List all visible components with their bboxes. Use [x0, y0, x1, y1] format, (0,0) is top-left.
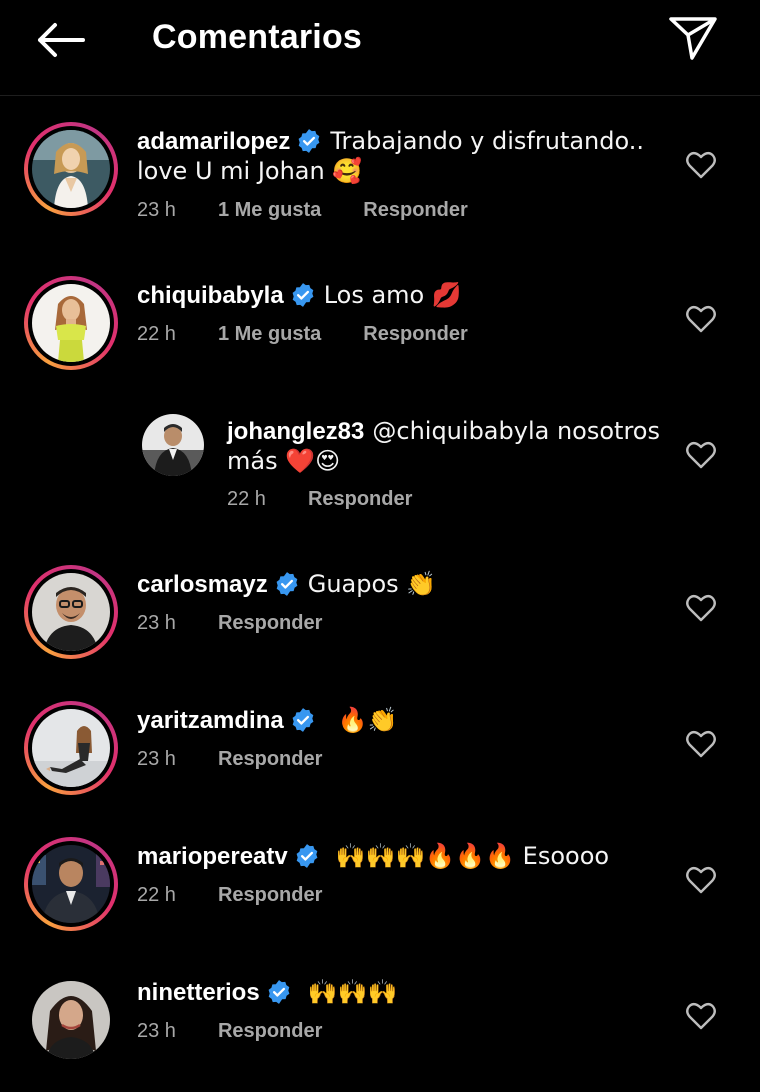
heart-icon[interactable]	[686, 594, 716, 622]
comment-meta: 22 h Responder	[227, 488, 412, 511]
verified-badge-icon	[268, 980, 290, 1004]
verified-badge-icon	[298, 129, 320, 153]
avatar	[32, 573, 110, 651]
avatar	[32, 284, 110, 362]
avatar	[32, 709, 110, 787]
arrow-left-icon	[38, 23, 85, 57]
reply-button[interactable]: Responder	[218, 748, 322, 771]
avatar-story-ring[interactable]	[24, 837, 118, 931]
avatar[interactable]	[142, 414, 204, 476]
comment-text: @chiquibabyla nosotros	[372, 417, 660, 445]
comment-time: 22 h	[227, 488, 266, 510]
comment-time: 23 h	[137, 1020, 176, 1042]
comment-username[interactable]: chiquibabyla	[137, 282, 284, 309]
verified-badge-icon	[292, 708, 314, 732]
comment-meta: 23 h 1 Me gusta Responder	[137, 199, 468, 222]
paper-plane-icon	[669, 17, 717, 60]
comment-text: 🙌🙌🙌🔥🔥🔥 Esoooo	[335, 842, 610, 870]
comment-time: 23 h	[137, 199, 176, 221]
avatar-story-ring[interactable]	[24, 565, 118, 659]
reply-button[interactable]: Responder	[363, 199, 467, 222]
comment-meta: 23 h Responder	[137, 1020, 322, 1043]
comment-time: 23 h	[137, 748, 176, 770]
verified-badge-icon	[292, 283, 314, 307]
comment-likes[interactable]: 1 Me gusta	[218, 323, 321, 346]
verified-badge-icon	[276, 572, 298, 596]
verified-badge-icon	[296, 844, 318, 868]
comment-username[interactable]: ninetterios	[137, 979, 260, 1006]
comment-text-continued: más ❤️😍	[227, 447, 341, 475]
back-button[interactable]	[30, 16, 90, 64]
heart-icon[interactable]	[686, 305, 716, 333]
reply-button[interactable]: Responder	[308, 488, 412, 511]
heart-icon[interactable]	[686, 441, 716, 469]
comment-meta: 22 h Responder	[137, 884, 322, 907]
share-button[interactable]	[664, 12, 722, 64]
avatar-story-ring[interactable]	[24, 276, 118, 370]
page-title: Comentarios	[152, 18, 363, 56]
comment-username[interactable]: yaritzamdina	[137, 707, 284, 734]
comment-text: Guapos 👏	[307, 570, 437, 598]
comment-username[interactable]: johanglez83	[227, 418, 364, 445]
comment-username[interactable]: carlosmayz	[137, 571, 268, 598]
comment-likes[interactable]: 1 Me gusta	[218, 199, 321, 222]
comment-text: 🙌🙌🙌	[307, 978, 398, 1006]
reply-button[interactable]: Responder	[363, 323, 467, 346]
heart-icon[interactable]	[686, 866, 716, 894]
comment-text: Los amo 💋	[323, 281, 462, 309]
heart-icon[interactable]	[686, 730, 716, 758]
comment-meta: 22 h 1 Me gusta Responder	[137, 323, 468, 346]
comment-time: 23 h	[137, 612, 176, 634]
comment-meta: 23 h Responder	[137, 748, 322, 771]
comment-username[interactable]: mariopereatv	[137, 843, 288, 870]
reply-button[interactable]: Responder	[218, 1020, 322, 1043]
reply-button[interactable]: Responder	[218, 612, 322, 635]
comment-time: 22 h	[137, 323, 176, 345]
avatar	[32, 130, 110, 208]
top-bar: Comentarios	[0, 0, 760, 96]
heart-icon[interactable]	[686, 1002, 716, 1030]
reply-button[interactable]: Responder	[218, 884, 322, 907]
comment-text: Trabajando y disfrutando..	[330, 127, 645, 155]
avatar	[32, 845, 110, 923]
avatar-story-ring[interactable]	[24, 701, 118, 795]
avatar-wrapper[interactable]	[24, 973, 118, 1067]
avatar-story-ring[interactable]	[24, 122, 118, 216]
avatar	[32, 981, 110, 1059]
comment-meta: 23 h Responder	[137, 612, 322, 635]
heart-icon[interactable]	[686, 151, 716, 179]
comment-time: 22 h	[137, 884, 176, 906]
comment-text-continued: love U mi Johan 🥰	[137, 157, 363, 185]
comment-username[interactable]: adamarilopez	[137, 128, 290, 155]
comment-text: 🔥👏	[337, 706, 398, 734]
